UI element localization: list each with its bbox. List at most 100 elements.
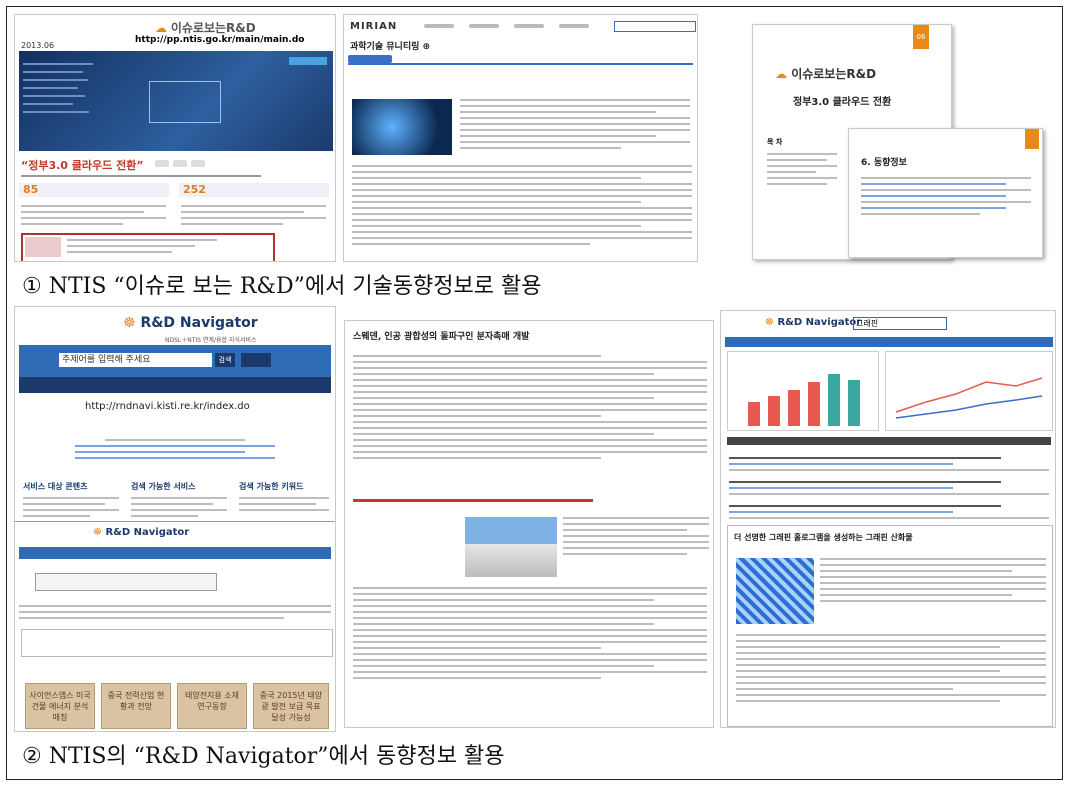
- screenshot-rnd-navigator-main: ☸ R&D Navigator NDSL＋NTIS 연계/융합 지식서비스 주제…: [14, 306, 336, 732]
- helm-icon: ☸: [93, 527, 102, 538]
- hot-topics-bar[interactable]: [19, 377, 331, 393]
- bar: [808, 382, 820, 426]
- bar: [788, 390, 800, 426]
- caption-2: ② NTIS의 “R&D Navigator”에서 동향정보 활용: [22, 744, 505, 769]
- col-service-list: [131, 493, 227, 521]
- detail-search-button[interactable]: [241, 353, 271, 367]
- navbar-2[interactable]: [19, 547, 331, 559]
- building-photo: [465, 517, 557, 577]
- trend-card-2[interactable]: 중국 전력산업 현황과 전망: [101, 683, 171, 729]
- bar-chart-panel: [727, 351, 879, 431]
- stat-box-1: 85: [19, 183, 169, 197]
- top-nav[interactable]: [424, 24, 614, 28]
- article-intro: [460, 95, 690, 153]
- bar: [848, 380, 860, 426]
- intro-text: [75, 435, 275, 463]
- screenshot-mirian-article: MIRIAN 과학기술 뮤니티링 ⊕: [343, 14, 698, 262]
- cloud-icon: ☁: [775, 67, 787, 81]
- article-body-1: [353, 351, 707, 463]
- issue-rnd-logo: ☁ 이슈로보는R&D: [155, 19, 256, 36]
- toc-list: [767, 149, 837, 189]
- stat-1-value: 85: [23, 183, 39, 196]
- article-image: [352, 99, 452, 155]
- navigator-logo-2-text: R&D Navigator: [105, 527, 190, 538]
- line-chart: [895, 377, 1043, 419]
- inline-title-2: [353, 499, 593, 502]
- col-content-header: 서비스 대상 콘텐츠: [23, 482, 88, 491]
- trend-links[interactable]: [861, 173, 1031, 219]
- navigator-logo: ☸ R&D Navigator: [123, 315, 258, 331]
- col-service-header: 검색 가능한 서비스: [131, 482, 196, 491]
- page-title: 과학기술 뮤니티링 ⊕: [350, 42, 431, 52]
- helm-icon: ☸: [123, 315, 136, 331]
- screenshot-report-trend-page: 6. 동향정보: [848, 128, 1043, 258]
- navigator-logo-3: ☸ R&D Navigator: [765, 317, 861, 328]
- graphene-article-title: 더 선명한 그래핀 홀로그램을 생성하는 그래핀 산화물: [734, 533, 913, 542]
- date-label: 2013.06: [21, 41, 55, 50]
- bar: [748, 402, 760, 426]
- menu-list: [23, 57, 103, 119]
- caption-1: ① NTIS “이슈로 보는 R&D”에서 기술동향정보로 활용: [22, 274, 542, 299]
- year-tabs[interactable]: [21, 175, 261, 177]
- col-content-list: [23, 493, 119, 521]
- screenshot-graphene-navigator: ☸ R&D Navigator 그래핀 더 선명한 그래핀 홀로그램을 생성하는…: [720, 310, 1056, 728]
- trend-card-4[interactable]: 중국 2015년 태양광 발전 보급 목표 달성 가능성: [253, 683, 329, 729]
- list-left: [21, 201, 166, 229]
- line-chart-panel: [885, 351, 1053, 431]
- trend-card-3[interactable]: 태양전지용 소재 연구동향: [177, 683, 247, 729]
- tab-bar[interactable]: [348, 55, 693, 65]
- mirian-logo: MIRIAN: [350, 21, 398, 32]
- result-header: [35, 573, 217, 591]
- article-body-2: [563, 513, 709, 559]
- bar: [828, 374, 840, 426]
- graphene-search-input[interactable]: 그래핀: [853, 317, 947, 330]
- search-input[interactable]: 주제어를 입력해 주세요: [59, 353, 212, 367]
- divider: [15, 521, 335, 522]
- article-body: [352, 161, 692, 249]
- screenshot-sweden-article: 스웨덴, 인공 광합성의 돌파구인 분자촉매 개발: [344, 320, 714, 728]
- results-bar: [727, 437, 1051, 445]
- navigator-logo-3-text: R&D Navigator: [777, 317, 862, 328]
- graphene-body-1: [820, 554, 1046, 606]
- report-brand: ☁ 이슈로보는R&D: [775, 65, 876, 82]
- url-text: http://pp.ntis.go.kr/main/main.do: [135, 35, 305, 45]
- navigator-url: http://rndnavi.kisti.re.kr/index.do: [85, 401, 250, 412]
- col-keyword-list: [239, 493, 329, 515]
- abstract-text: [19, 601, 331, 623]
- trend-title: 6. 동향정보: [861, 158, 907, 168]
- navigator-logo-2: ☸ R&D Navigator: [93, 527, 189, 538]
- banner-button[interactable]: [289, 57, 327, 65]
- screenshot-issue-rnd-main: ☁ 이슈로보는R&D http://pp.ntis.go.kr/main/mai…: [14, 14, 336, 262]
- brand-text: 이슈로보는R&D: [170, 21, 256, 35]
- trend-ribbon: [1025, 129, 1039, 149]
- hologram-image: [736, 558, 814, 624]
- toc-title: 목 차: [767, 138, 783, 146]
- search-button[interactable]: 검색: [215, 353, 235, 367]
- hero-banner: [19, 51, 333, 151]
- navigator-logo-text: R&D Navigator: [140, 315, 258, 331]
- article-title: 스웨덴, 인공 광합성의 돌파구인 분자촉매 개발: [353, 332, 530, 342]
- navigator-subtitle: NDSL＋NTIS 연계/융합 지식서비스: [165, 337, 257, 344]
- search-box[interactable]: [614, 21, 696, 32]
- stat-box-2: 252: [179, 183, 329, 197]
- list-right: [181, 201, 326, 229]
- search-panel: 주제어를 입력해 주세요 검색: [19, 345, 331, 393]
- result-list[interactable]: [729, 453, 1049, 523]
- nav-tabs[interactable]: [725, 337, 1053, 347]
- report-ribbon: 06: [913, 25, 929, 49]
- report-brand-text: 이슈로보는R&D: [791, 67, 877, 81]
- trend-card-1[interactable]: 사이언스앱스 미국 건물 에너지 분석 매칭: [25, 683, 95, 729]
- col-keyword-header: 검색 가능한 키워드: [239, 482, 304, 491]
- graphene-article: 더 선명한 그래핀 홀로그램을 생성하는 그래핀 산화물: [727, 525, 1053, 727]
- highlight-box: [21, 233, 275, 261]
- hex-graphic: [149, 81, 221, 123]
- graphene-body-2: [736, 630, 1046, 706]
- report-title: 정부3.0 클라우드 전환: [793, 97, 892, 108]
- stat-2-value: 252: [183, 183, 206, 196]
- headline-tags: [155, 160, 225, 167]
- article-body-3: [353, 583, 707, 683]
- related-box: [21, 629, 333, 657]
- helm-icon: ☸: [765, 317, 774, 328]
- headline: “정부3.0 클라우드 전환”: [21, 159, 144, 172]
- bar: [768, 396, 780, 426]
